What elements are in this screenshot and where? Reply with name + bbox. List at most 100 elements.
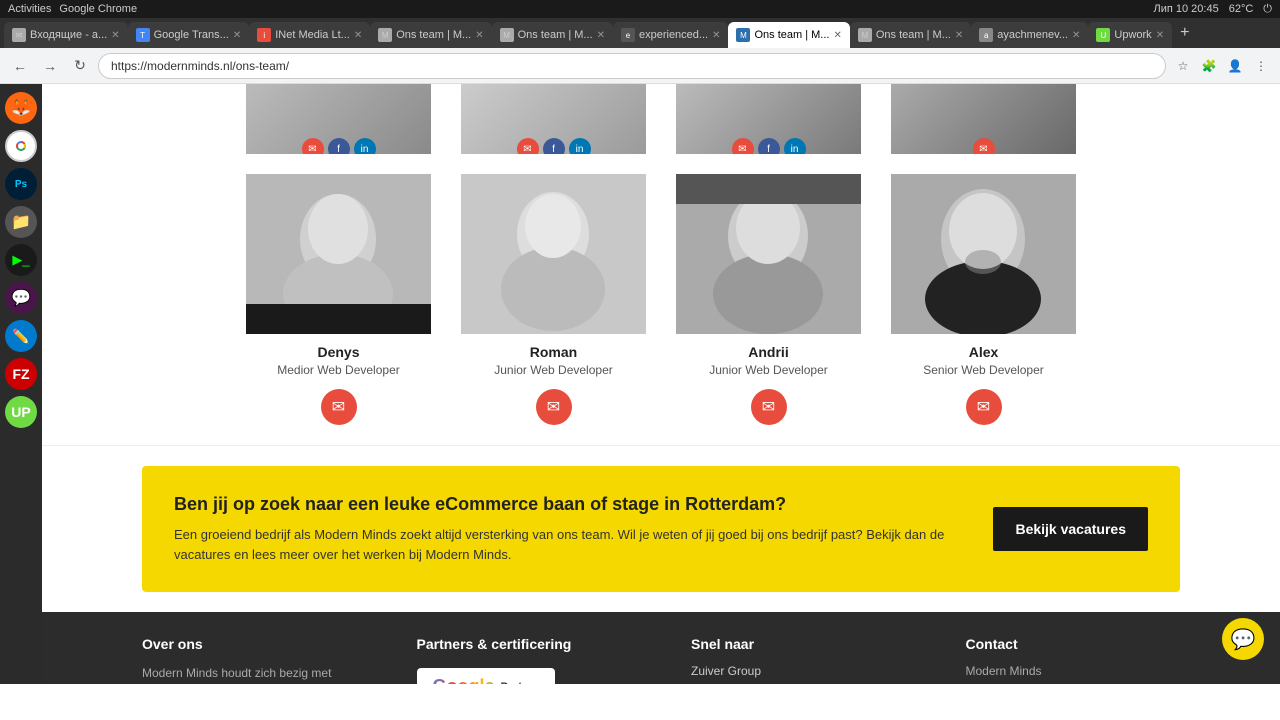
tab-7-favicon: M (858, 28, 872, 42)
top-photos-row: ✉ f in ✉ f in ✉ f in (42, 84, 1280, 154)
tab-9-close[interactable]: ✕ (1156, 30, 1164, 41)
member-email-btn-andrii[interactable]: ✉ (751, 389, 787, 425)
cta-text-block: Ben jij op zoek naar een leuke eCommerce… (174, 494, 969, 564)
tab-7-label: Ons team | M... (876, 29, 951, 41)
tab-5[interactable]: e experienced... ✕ (613, 22, 729, 48)
cta-title: Ben jij op zoek naar een leuke eCommerce… (174, 494, 969, 515)
tab-7-close[interactable]: ✕ (955, 30, 963, 41)
social-fb-icon-3: f (758, 138, 780, 154)
footer-col-contact: Contact Modern Minds Fairoaksbaan 204 30… (966, 636, 1181, 684)
tab-9-favicon: U (1096, 28, 1110, 42)
sidebar-icon-files[interactable]: 📁 (5, 206, 37, 238)
tab-1-favicon: T (136, 28, 150, 42)
member-card-alex: Alex Senior Web Developer ✉ (891, 174, 1076, 425)
back-button[interactable]: ← (8, 54, 32, 78)
activities-label[interactable]: Activities (8, 3, 51, 15)
footer: Over ons Modern Minds houdt zich bezig m… (42, 612, 1280, 684)
tab-7[interactable]: M Ons team | M... ✕ (850, 22, 971, 48)
tab-0[interactable]: ✉ Входящие - а... ✕ (4, 22, 128, 48)
member-email-btn-denys[interactable]: ✉ (321, 389, 357, 425)
social-email-icon-3: ✉ (732, 138, 754, 154)
menu-icon[interactable]: ⋮ (1250, 55, 1272, 77)
social-li-icon-2: in (569, 138, 591, 154)
footer-link-zuiver-group[interactable]: Zuiver Group (691, 664, 906, 678)
sys-icons: ⏻ (1263, 3, 1272, 16)
tab-5-close[interactable]: ✕ (712, 30, 720, 41)
member-role-roman: Junior Web Developer (494, 363, 613, 377)
top-photo-2: ✉ f in (461, 84, 646, 154)
tab-9[interactable]: U Upwork ✕ (1088, 22, 1172, 48)
cta-banner: Ben jij op zoek naar een leuke eCommerce… (142, 466, 1180, 592)
tab-4-label: Ons team | M... (518, 29, 593, 41)
social-email-icon-1: ✉ (302, 138, 324, 154)
cta-button[interactable]: Bekijk vacatures (993, 507, 1148, 551)
member-name-roman: Roman (530, 344, 577, 360)
tab-8-close[interactable]: ✕ (1072, 30, 1080, 41)
tab-5-favicon: e (621, 28, 635, 42)
tab-6-label: Ons team | M... (754, 29, 829, 41)
chrome-label: Google Chrome (59, 3, 137, 15)
tab-4[interactable]: M Ons team | M... ✕ (492, 22, 613, 48)
tab-4-close[interactable]: ✕ (597, 30, 605, 41)
google-partner-box: Google Partner (417, 668, 556, 684)
tab-bar: ✉ Входящие - а... ✕ T Google Trans... ✕ … (0, 18, 1280, 48)
tab-8-favicon: a (979, 28, 993, 42)
tab-1[interactable]: T Google Trans... ✕ (128, 22, 250, 48)
member-email-btn-alex[interactable]: ✉ (966, 389, 1002, 425)
member-email-btn-roman[interactable]: ✉ (536, 389, 572, 425)
sidebar-icon-chrome[interactable] (5, 130, 37, 162)
member-role-andrii: Junior Web Developer (709, 363, 828, 377)
forward-button[interactable]: → (38, 54, 62, 78)
top-photo-3: ✉ f in (676, 84, 861, 154)
member-role-alex: Senior Web Developer (923, 363, 1044, 377)
sidebar-icon-terminal[interactable]: ▶_ (5, 244, 37, 276)
tab-3[interactable]: M Ons team | M... ✕ (370, 22, 491, 48)
tab-1-label: Google Trans... (154, 29, 229, 41)
footer-col-about-text: Modern Minds houdt zich bezig met strate… (142, 664, 357, 684)
tab-6-active[interactable]: M Ons team | M... ✕ (728, 22, 849, 48)
tab-2[interactable]: i INet Media Lt... ✕ (249, 22, 370, 48)
system-bar: Activities Google Chrome Лип 10 20:45 62… (0, 0, 1280, 18)
google-g-icon: Google (433, 676, 495, 684)
tab-3-label: Ons team | M... (396, 29, 471, 41)
member-name-andrii: Andrii (748, 344, 788, 360)
temperature: 62°C (1229, 3, 1254, 15)
member-card-denys: Denys Medior Web Developer ✉ (246, 174, 431, 425)
tab-2-close[interactable]: ✕ (354, 30, 362, 41)
partner-text: Partner (501, 681, 540, 685)
tab-1-close[interactable]: ✕ (233, 30, 241, 41)
page-content: ✉ f in ✉ f in ✉ f in (42, 84, 1280, 684)
footer-col-partners: Partners & certificering Google Partner (417, 636, 632, 684)
reload-button[interactable]: ↻ (68, 54, 92, 78)
social-email-icon-4: ✉ (973, 138, 995, 154)
tab-6-close[interactable]: ✕ (833, 30, 841, 41)
datetime: Лип 10 20:45 (1154, 3, 1219, 15)
bookmark-icon[interactable]: ☆ (1172, 55, 1194, 77)
member-name-alex: Alex (969, 344, 999, 360)
social-li-icon-3: in (784, 138, 806, 154)
sidebar-icon-firefox[interactable]: 🦊 (5, 92, 37, 124)
profile-icon[interactable]: 👤 (1224, 55, 1246, 77)
sidebar-icon-ps[interactable]: Ps (5, 168, 37, 200)
sidebar-icon-filezilla[interactable]: FZ (5, 358, 37, 390)
footer-address-1: Fairoaksbaan 204 (966, 682, 1181, 684)
address-bar[interactable]: https://modernminds.nl/ons-team/ (98, 53, 1166, 79)
tab-5-label: experienced... (639, 29, 708, 41)
social-li-icon-1: in (354, 138, 376, 154)
tab-8[interactable]: a ayachmenev... ✕ (971, 22, 1088, 48)
tab-6-favicon: M (736, 28, 750, 42)
tab-0-label: Входящие - а... (30, 29, 107, 41)
footer-col-snel: Snel naar Zuiver Group Wind Mee Zuiver M… (691, 636, 906, 684)
footer-col-contact-title: Contact (966, 636, 1181, 652)
sidebar-icon-vscode[interactable]: ✏️ (5, 320, 37, 352)
new-tab-button[interactable]: + (1172, 24, 1197, 42)
sidebar-icon-upwork[interactable]: UP (5, 396, 37, 428)
member-card-roman: Roman Junior Web Developer ✉ (461, 174, 646, 425)
social-fb-icon-1: f (328, 138, 350, 154)
tab-3-close[interactable]: ✕ (475, 30, 483, 41)
tab-0-close[interactable]: ✕ (111, 30, 119, 41)
sidebar-icon-slack[interactable]: 💬 (5, 282, 37, 314)
chat-bubble[interactable]: 💬 (1222, 618, 1264, 660)
tab-3-favicon: M (378, 28, 392, 42)
extensions-icon[interactable]: 🧩 (1198, 55, 1220, 77)
